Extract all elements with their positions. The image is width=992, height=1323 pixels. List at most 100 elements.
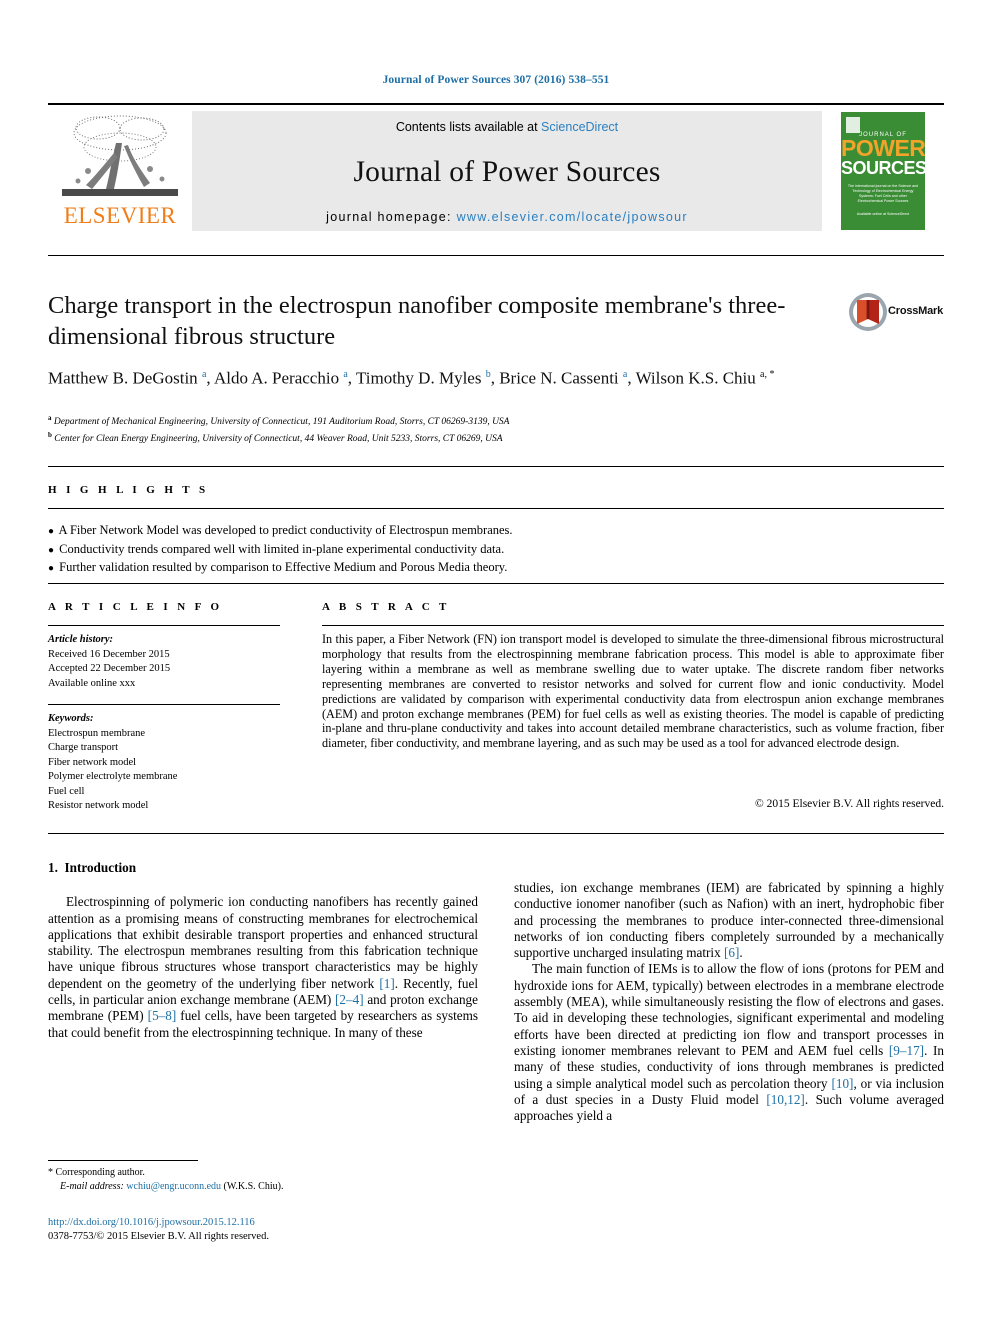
doi-link[interactable]: http://dx.doi.org/10.1016/j.jpowsour.201… — [48, 1216, 478, 1230]
article-info-heading: A R T I C L E I N F O — [48, 601, 223, 613]
keywords-block: Keywords: Electrospun membrane Charge tran… — [48, 712, 288, 814]
highlights-top-divider — [48, 466, 944, 467]
journal-cover-art: JOURNAL OF POWER SOURCES The internation… — [841, 112, 925, 230]
author-affiliation-marker: a, * — [760, 369, 775, 380]
author-name: Timothy D. Myles — [355, 368, 486, 388]
email-link[interactable]: wchiu@engr.uconn.edu — [126, 1181, 221, 1192]
title-divider — [48, 255, 944, 256]
articleinfo-divider-left — [48, 625, 280, 626]
article-history-item: Accepted 22 December 2015 — [48, 663, 171, 674]
article-title: Charge transport in the electrospun nano… — [48, 292, 786, 350]
email-owner: (W.K.S. Chiu). — [223, 1180, 284, 1192]
corresponding-author-note: * Corresponding author. E-mail address: … — [48, 1166, 478, 1193]
email-line: E-mail address: wchiu@engr.uconn.edu (W.… — [48, 1180, 478, 1194]
keywords-heading: Keywords: — [48, 713, 94, 724]
article-history-heading: Article history: — [48, 634, 114, 645]
abstract-heading: A B S T R A C T — [322, 601, 450, 613]
email-label: E-mail address: — [60, 1180, 124, 1192]
sciencedirect-link[interactable]: ScienceDirect — [541, 120, 618, 134]
issn-copyright-line: 0378-7753/© 2015 Elsevier B.V. All right… — [48, 1231, 269, 1242]
citation-link[interactable]: [10,12] — [766, 1092, 804, 1107]
journal-cover-thumbnail: JOURNAL OF POWER SOURCES The internation… — [834, 109, 932, 233]
cover-power-word: POWER — [841, 135, 925, 161]
author-affiliation-marker: a — [622, 369, 628, 380]
highlights-mid-divider — [48, 508, 944, 509]
affiliation-marker: b — [48, 431, 52, 440]
body-column-right: studies, ion exchange membranes (IEM) ar… — [514, 880, 944, 1124]
intro-paragraph-2: The main function of IEMs is to allow th… — [514, 961, 945, 1124]
section-number: 1. — [48, 860, 58, 875]
author-name: Wilson K.S. Chiu — [635, 368, 761, 388]
intro-paragraph-1: Electrospinning of polymeric ion conduct… — [48, 894, 478, 1040]
keywords-divider — [48, 704, 280, 705]
corresponding-text: Corresponding author. — [55, 1167, 145, 1178]
elsevier-logo: ELSEVIER — [50, 111, 190, 231]
cover-sources-word: SOURCES — [841, 158, 925, 178]
cover-subtitle: The international journal on the Science… — [847, 184, 919, 203]
affiliation-item: b Center for Clean Energy Engineering, U… — [48, 431, 503, 445]
citation-link[interactable]: [9–17] — [889, 1043, 924, 1058]
author-list: Matthew B. DeGostin a, Aldo A. Peracchio… — [48, 368, 775, 388]
elsevier-tree-icon — [62, 115, 178, 196]
bullet-icon: ● — [48, 563, 55, 574]
running-head: Journal of Power Sources 307 (2016) 538–… — [382, 74, 610, 86]
journal-article-page: Journal of Power Sources 307 (2016) 538–… — [0, 0, 992, 1323]
corresponding-author-line: * Corresponding author. — [48, 1166, 478, 1180]
highlight-item: ● Further validation resulted by compari… — [48, 560, 508, 574]
journal-homepage-link[interactable]: www.elsevier.com/locate/jpowsour — [457, 210, 688, 224]
intro-paragraph-1-cont: studies, ion exchange membranes (IEM) ar… — [514, 880, 944, 961]
footnote-divider — [48, 1160, 198, 1161]
body-column-left: 1. Introduction Electrospinning of polym… — [48, 860, 478, 1041]
author-name: Matthew B. DeGostin — [48, 368, 202, 388]
author-affiliation-marker: b — [485, 369, 491, 380]
highlight-item: ● Conductivity trends compared well with… — [48, 541, 505, 556]
section-heading-introduction: 1. Introduction — [48, 860, 478, 876]
keyword-item: Fiber network model — [48, 756, 137, 768]
affiliation-item: a Department of Mechanical Engineering, … — [48, 414, 510, 428]
author-name: Aldo A. Peracchio — [213, 368, 344, 388]
author-affiliation-marker: a — [343, 369, 348, 380]
journal-banner: Contents lists available at ScienceDirec… — [192, 111, 822, 231]
abstract-copyright: © 2015 Elsevier B.V. All rights reserved… — [755, 798, 944, 810]
bullet-icon: ● — [48, 544, 55, 556]
highlights-heading: H I G H L I G H T S — [48, 484, 209, 496]
homepage-prefix: journal homepage: — [326, 210, 457, 224]
citation-link[interactable]: [5–8] — [148, 1008, 177, 1023]
affiliation-list: a Department of Mechanical Engineering, … — [48, 412, 748, 446]
articleinfo-top-divider — [48, 583, 944, 584]
abstract-text: In this paper, a Fiber Network (FN) ion … — [322, 632, 944, 751]
contents-line: Contents lists available at ScienceDirec… — [396, 120, 618, 134]
section-title: Introduction — [64, 860, 137, 875]
highlights-list: ● A Fiber Network Model was developed to… — [48, 522, 748, 578]
journal-homepage-line: journal homepage: www.elsevier.com/locat… — [326, 210, 688, 224]
crossmark-label: CrossMark — [888, 305, 944, 317]
crossmark-badge[interactable]: CrossMark — [848, 292, 944, 336]
contents-prefix: Contents lists available at — [395, 120, 542, 134]
elsevier-wordmark: ELSEVIER — [63, 203, 177, 228]
keyword-item: Resistor network model — [48, 800, 149, 811]
cover-elsevier-mark — [846, 117, 860, 133]
author-name: Brice N. Cassenti — [499, 368, 623, 388]
article-history-item: Available online xxx — [48, 677, 136, 689]
citation-link[interactable]: [10] — [831, 1076, 853, 1091]
keyword-item: Fuel cell — [48, 785, 85, 797]
cover-footer: Available online at ScienceDirect — [856, 212, 910, 216]
keyword-item: Electrospun membrane — [48, 727, 146, 739]
crossmark-icon — [849, 293, 887, 331]
citation-link[interactable]: [1] — [379, 976, 394, 991]
keyword-item: Polymer electrolyte membrane — [48, 771, 178, 782]
article-history-item: Received 16 December 2015 — [48, 648, 170, 660]
highlight-item: ● A Fiber Network Model was developed to… — [48, 523, 513, 537]
body-top-divider — [48, 833, 944, 834]
doi-block: http://dx.doi.org/10.1016/j.jpowsour.201… — [48, 1216, 478, 1244]
abstract-divider — [322, 625, 944, 626]
citation-link[interactable]: [6] — [724, 945, 739, 960]
bullet-icon: ● — [48, 526, 55, 537]
journal-title: Journal of Power Sources — [353, 155, 661, 188]
author-affiliation-marker: a — [201, 369, 207, 380]
article-history: Article history: Received 16 December 201… — [48, 633, 288, 691]
affiliation-marker: a — [48, 414, 52, 422]
citation-link[interactable]: [2–4] — [335, 992, 364, 1007]
keyword-item: Charge transport — [48, 742, 119, 753]
journal-masthead: ELSEVIER Contents lists available at Sci… — [48, 103, 944, 233]
